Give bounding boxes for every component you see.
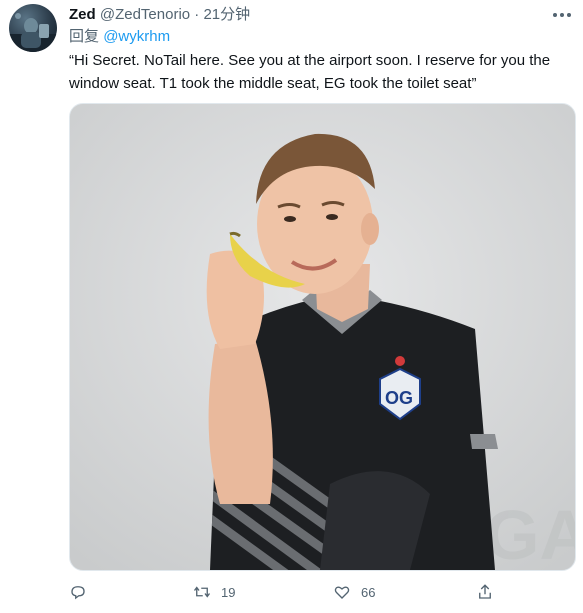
reply-prefix: 回复	[69, 28, 100, 45]
more-icon	[553, 13, 571, 17]
tweet-photo[interactable]: INGA OG	[69, 103, 576, 571]
retweet-icon	[193, 586, 211, 598]
reply-button[interactable]	[69, 578, 87, 606]
separator-dot: ·	[194, 6, 200, 23]
reply-mention-link[interactable]: @wykrhm	[103, 28, 170, 45]
tweet[interactable]: Zed @ZedTenorio · 21分钟 回复 @wykrhm “Hi Se…	[0, 0, 583, 613]
player-photo: INGA OG	[70, 104, 575, 570]
author-name[interactable]: Zed	[69, 6, 96, 23]
author-handle[interactable]: @ZedTenorio	[100, 6, 190, 23]
share-icon	[479, 584, 491, 599]
replying-to: 回复 @wykrhm	[69, 27, 170, 47]
heart-icon	[334, 586, 350, 599]
reply-icon	[71, 586, 85, 600]
tweet-actions: 19 66	[69, 578, 574, 606]
retweet-button[interactable]: 19	[193, 578, 235, 606]
timestamp[interactable]: 21分钟	[203, 6, 250, 23]
tweet-text: “Hi Secret. NoTail here. See you at the …	[69, 52, 551, 92]
og-logo-text: OG	[385, 388, 413, 408]
like-count: 66	[361, 584, 376, 600]
share-button[interactable]	[476, 578, 494, 606]
tweet-header: Zed @ZedTenorio · 21分钟	[69, 4, 250, 26]
more-options-button[interactable]	[550, 4, 574, 26]
avatar[interactable]	[9, 4, 57, 52]
like-button[interactable]: 66	[333, 578, 375, 606]
retweet-count: 19	[221, 584, 236, 600]
